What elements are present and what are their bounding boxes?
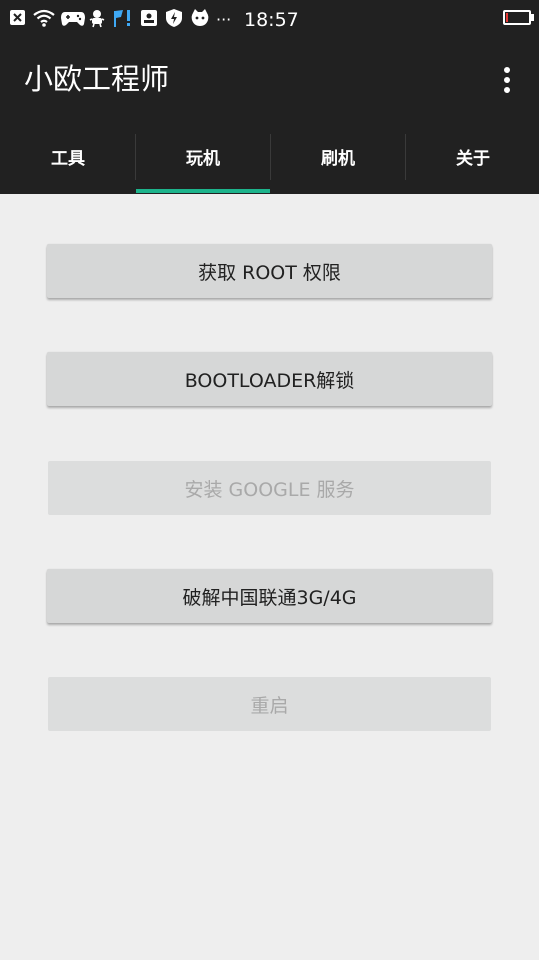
more-vert-icon-dot — [504, 77, 510, 83]
battery-icon — [503, 10, 531, 25]
close-notification-icon — [10, 10, 25, 25]
app-header: ··· 18:57 小欧工程师 工具 玩机 刷机 关于 — [0, 0, 539, 194]
more-vert-icon-dot — [504, 87, 510, 93]
battery-level — [506, 13, 508, 22]
status-bar: ··· 18:57 — [0, 0, 539, 38]
id-card-icon — [141, 10, 157, 26]
unlock-unicom-button[interactable]: 破解中国联通3G/4G — [47, 569, 492, 623]
bootloader-unlock-button[interactable]: BOOTLOADER解锁 — [47, 352, 492, 406]
main-content: 获取 ROOT 权限 BOOTLOADER解锁 安装 GOOGLE 服务 破解中… — [0, 194, 539, 960]
tab-about[interactable]: 关于 — [406, 124, 539, 194]
tab-bar: 工具 玩机 刷机 关于 — [0, 124, 539, 194]
battery-tip — [531, 14, 534, 21]
more-vert-icon — [504, 67, 510, 73]
gamepad-icon — [61, 12, 85, 26]
status-time: 18:57 — [244, 9, 299, 31]
wifi-icon — [33, 9, 55, 27]
android-cat-icon — [191, 9, 209, 26]
app-title: 小欧工程师 — [24, 62, 170, 96]
shield-icon — [166, 9, 182, 27]
tab-play[interactable]: 玩机 — [136, 124, 270, 194]
install-google-services-button[interactable]: 安装 GOOGLE 服务 — [48, 461, 491, 515]
robot-icon — [89, 10, 105, 28]
more-vert-button[interactable] — [492, 60, 522, 100]
tab-tools[interactable]: 工具 — [1, 124, 135, 194]
get-root-button[interactable]: 获取 ROOT 权限 — [47, 244, 492, 298]
more-notifications-icon: ··· — [216, 10, 232, 29]
active-tab-indicator — [136, 189, 270, 193]
flag-alert-icon — [114, 10, 130, 27]
reboot-button[interactable]: 重启 — [48, 677, 491, 731]
tab-flash[interactable]: 刷机 — [271, 124, 405, 194]
